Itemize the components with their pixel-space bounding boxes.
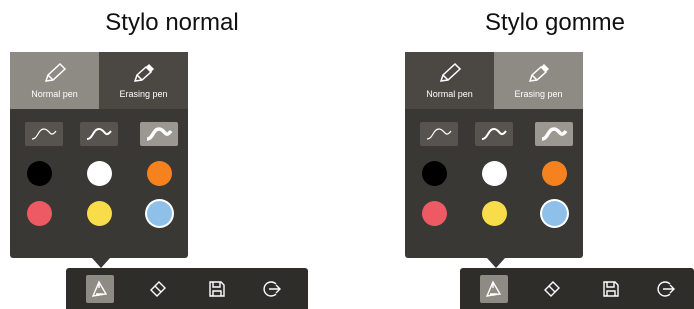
tab-erasing-pen[interactable]: Erasing pen (99, 52, 188, 109)
exit-button[interactable] (652, 275, 680, 303)
eraser-pencil-icon (133, 64, 154, 82)
pen-icon (485, 280, 502, 297)
color-swatch-selected[interactable] (147, 201, 172, 226)
color-swatch-selected[interactable] (542, 201, 567, 226)
tab-normal-pen[interactable]: Normal pen (405, 52, 494, 109)
pen-tool-button[interactable] (480, 275, 508, 303)
eraser-tool-button[interactable] (144, 275, 172, 303)
tab-label: Normal pen (31, 89, 78, 99)
eraser-tool-button[interactable] (538, 275, 566, 303)
tab-normal-pen[interactable]: Normal pen (10, 52, 99, 109)
pen-settings-panel-right: Normal pen Erasing pen (405, 52, 583, 268)
color-swatch[interactable] (147, 161, 172, 186)
tab-label: Erasing pen (119, 89, 168, 99)
exit-icon (263, 281, 281, 297)
color-swatch[interactable] (27, 201, 52, 226)
color-swatch[interactable] (87, 201, 112, 226)
pen-tool-button[interactable] (86, 275, 114, 303)
thin-stroke-option[interactable] (25, 122, 63, 146)
save-icon (603, 281, 619, 297)
tab-erasing-pen[interactable]: Erasing pen (494, 52, 583, 109)
medium-stroke-icon (86, 127, 112, 140)
save-icon (209, 281, 225, 297)
thin-stroke-option[interactable] (420, 122, 458, 146)
color-swatch[interactable] (422, 161, 447, 186)
medium-stroke-option[interactable] (80, 122, 118, 146)
heading-normal-pen: Stylo normal (105, 9, 239, 36)
eraser-icon (544, 281, 560, 297)
tab-label: Erasing pen (514, 89, 563, 99)
thick-stroke-icon (146, 127, 173, 141)
heading-erasing-pen: Stylo gomme (484, 9, 626, 36)
thin-stroke-icon (31, 128, 57, 140)
pencil-icon (44, 62, 66, 82)
tab-label: Normal pen (426, 89, 473, 99)
eraser-pencil-icon (528, 64, 549, 82)
pen-icon (91, 280, 108, 297)
medium-stroke-icon (481, 127, 507, 140)
thick-stroke-option[interactable] (140, 122, 178, 146)
save-button[interactable] (597, 275, 625, 303)
color-swatch[interactable] (27, 161, 52, 186)
thick-stroke-option[interactable] (535, 122, 573, 146)
color-swatch[interactable] (482, 161, 507, 186)
color-swatch[interactable] (87, 161, 112, 186)
save-button[interactable] (203, 275, 231, 303)
color-swatch[interactable] (422, 201, 447, 226)
thin-stroke-icon (426, 128, 452, 140)
eraser-icon (150, 281, 166, 297)
pencil-icon (439, 62, 461, 82)
exit-icon (657, 281, 675, 297)
color-swatch[interactable] (542, 161, 567, 186)
medium-stroke-option[interactable] (475, 122, 513, 146)
color-swatch[interactable] (482, 201, 507, 226)
bottom-toolbar-right (460, 268, 694, 309)
bottom-toolbar-left (66, 268, 308, 309)
pen-settings-panel-left: Normal pen Erasing pen (10, 52, 188, 268)
exit-button[interactable] (258, 275, 286, 303)
thick-stroke-icon (541, 127, 568, 141)
